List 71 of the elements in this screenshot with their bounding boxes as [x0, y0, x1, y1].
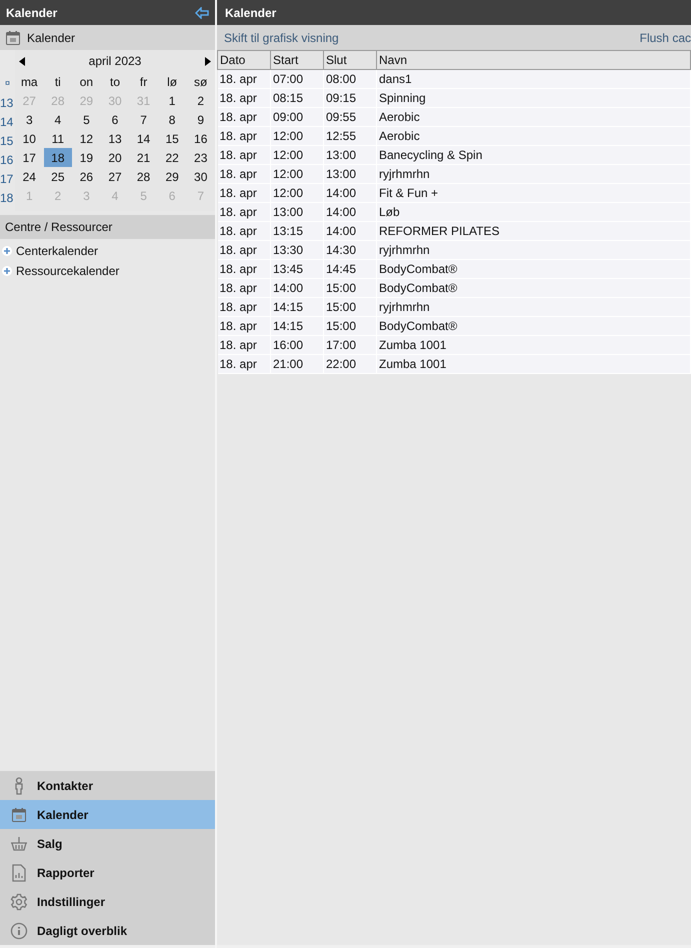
- graphic-view-link[interactable]: Skift til grafisk visning: [224, 28, 339, 46]
- week-number: 14: [0, 114, 14, 130]
- week-number: 17: [0, 170, 14, 188]
- week-number: 16: [0, 152, 14, 168]
- table-cell: Zumba 1001: [376, 354, 690, 374]
- weekday-label: on: [78, 74, 94, 90]
- week-number: 13: [0, 94, 14, 112]
- weekday-label: lø: [166, 74, 178, 90]
- calendar-day[interactable]: 24: [15, 167, 44, 186]
- calendar-day[interactable]: 7: [129, 110, 158, 129]
- tree-item[interactable]: Centerkalender: [16, 242, 98, 260]
- calendar-icon: [10, 806, 26, 822]
- calendar-day[interactable]: 12: [72, 129, 101, 148]
- weekday-label: fr: [138, 74, 148, 90]
- calendar-day[interactable]: 27: [100, 167, 130, 186]
- panel-title: Kalender: [6, 4, 58, 22]
- month-label: april 2023: [88, 53, 142, 70]
- calendar-day[interactable]: 20: [100, 148, 130, 167]
- calendar-day[interactable]: 6: [100, 110, 130, 129]
- calendar-day[interactable]: 17: [15, 148, 44, 167]
- table-cell: 18. apr: [218, 354, 270, 374]
- calendar-day[interactable]: 11: [44, 129, 72, 148]
- calendar-day[interactable]: 18: [44, 148, 72, 167]
- weekday-label: ma: [20, 74, 39, 90]
- weekday-label: to: [108, 74, 121, 90]
- calendar-day[interactable]: 1: [158, 91, 186, 110]
- calendar-day[interactable]: 30: [186, 167, 215, 186]
- settings-icon: [10, 892, 28, 910]
- calendar-day[interactable]: 22: [158, 148, 186, 167]
- calendar-day[interactable]: 2: [186, 91, 215, 110]
- table-cell: 21:00: [270, 354, 324, 374]
- expand-icon[interactable]: [1, 265, 13, 277]
- week-number: 15: [0, 132, 14, 150]
- calendar-day[interactable]: 9: [186, 110, 215, 129]
- calendar-day[interactable]: 28: [129, 167, 158, 186]
- calendar-day[interactable]: 3: [15, 110, 44, 129]
- panel-title: Kalender: [225, 4, 276, 22]
- calendar-day[interactable]: 25: [44, 167, 72, 186]
- report-icon: [12, 864, 26, 882]
- flush-cache-link[interactable]: Flush cac: [640, 28, 691, 46]
- calendar-day[interactable]: 8: [158, 110, 186, 129]
- next-month-icon[interactable]: [205, 56, 211, 66]
- calendar-day[interactable]: 13: [100, 129, 130, 148]
- calendar-day[interactable]: 23: [186, 148, 215, 167]
- column-header[interactable]: Navn: [376, 50, 690, 70]
- calendar-day[interactable]: 29: [158, 167, 186, 186]
- calendar-day[interactable]: 16: [186, 129, 215, 148]
- calendar-icon: [5, 30, 21, 46]
- basket-icon: [10, 836, 28, 852]
- expand-icon[interactable]: [1, 245, 13, 257]
- calendar-day[interactable]: 14: [129, 129, 158, 148]
- table-cell: 22:00: [324, 354, 376, 374]
- calendar-day[interactable]: 21: [129, 148, 158, 167]
- weekday-label: sø: [193, 74, 208, 90]
- section-title: Kalender: [27, 30, 76, 46]
- calendar-day[interactable]: 26: [72, 167, 101, 186]
- nav-item[interactable]: Kalender: [0, 800, 215, 829]
- week-column-symbol: ¤: [4, 76, 11, 90]
- weekday-label: ti: [54, 74, 62, 90]
- info-icon: [10, 922, 28, 940]
- week-number: 18: [0, 190, 14, 206]
- collapse-arrow-icon[interactable]: [195, 6, 209, 18]
- calendar-day[interactable]: 5: [72, 110, 101, 129]
- section-title: Centre / Ressourcer: [5, 219, 112, 236]
- tree-item[interactable]: Ressourcekalender: [16, 262, 120, 280]
- calendar-day[interactable]: 19: [72, 148, 101, 167]
- column-header[interactable]: Dato: [218, 50, 270, 70]
- calendar-day[interactable]: 4: [44, 110, 72, 129]
- calendar-day[interactable]: 10: [15, 129, 44, 148]
- calendar-day[interactable]: 15: [158, 129, 186, 148]
- previous-month-icon[interactable]: [19, 56, 25, 66]
